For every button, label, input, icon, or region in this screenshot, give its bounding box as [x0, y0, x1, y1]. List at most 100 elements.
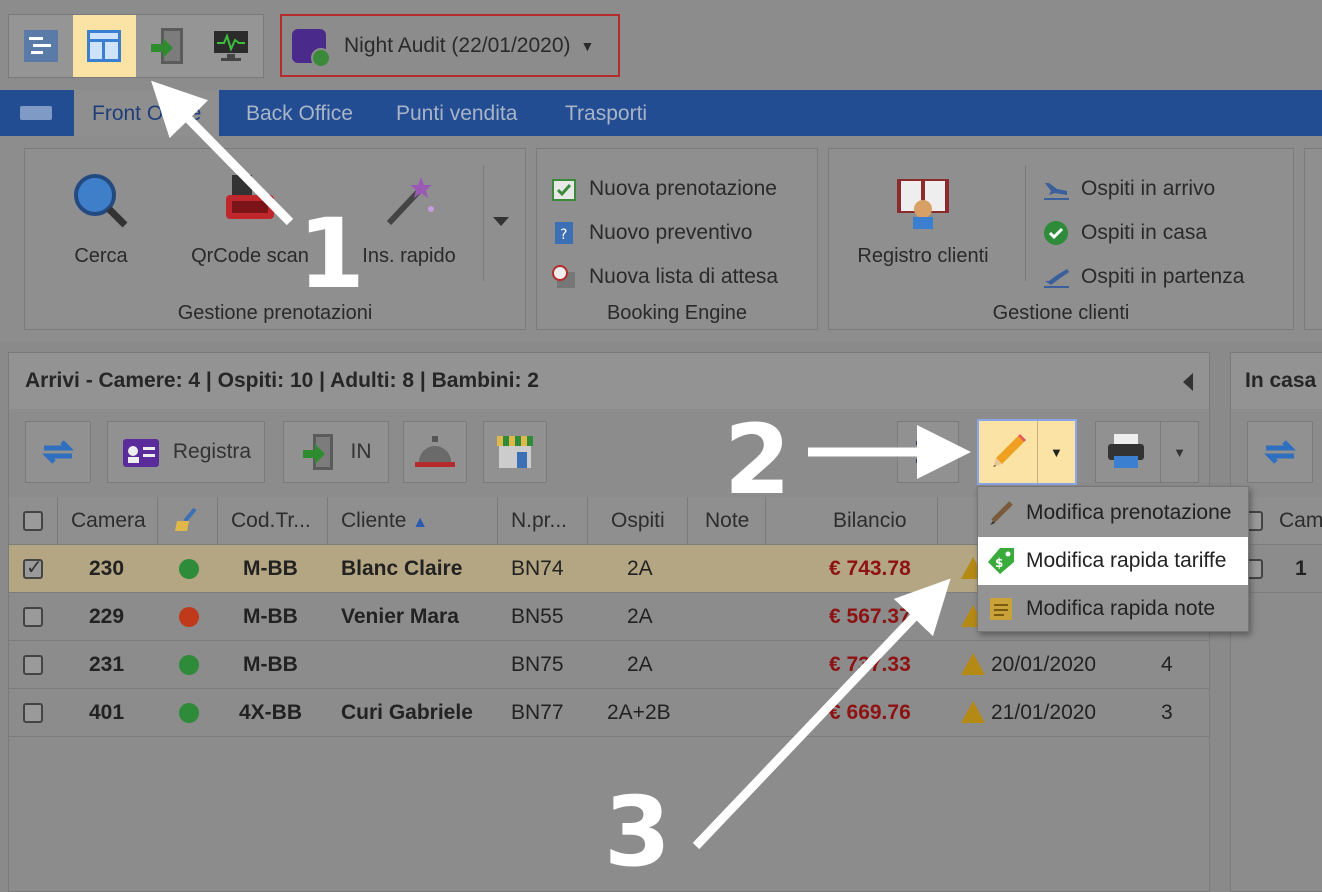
list-icon: [916, 441, 940, 463]
registra-label: Registra: [172, 440, 252, 463]
top-toolbar: Night Audit (22/01/2020) ▼: [0, 0, 1322, 90]
ins-rapido-label: Ins. rapido: [362, 245, 456, 267]
tab-trasporti[interactable]: Trasporti: [565, 90, 647, 136]
cleaning-broom-icon: [175, 507, 197, 531]
night-audit-dropdown[interactable]: Night Audit (22/01/2020) ▼: [280, 14, 620, 77]
refresh-button[interactable]: [1247, 421, 1313, 483]
edit-button[interactable]: [979, 421, 1038, 483]
row-extra: 3: [1161, 701, 1173, 724]
status-dot: [179, 559, 199, 579]
nuova-prenotazione-button[interactable]: Nuova prenotazione: [551, 171, 777, 207]
row-date: 20/01/2020: [991, 653, 1097, 676]
qrcode-scan-button[interactable]: QrCode scan: [185, 169, 315, 268]
nuovo-preventivo-button[interactable]: ? Nuovo preventivo: [551, 215, 752, 251]
ins-rapido-button[interactable]: Ins. rapido: [349, 169, 469, 268]
col-camera[interactable]: Cam: [1279, 497, 1322, 545]
col-ospiti[interactable]: Ospiti: [611, 497, 665, 545]
service-bell-icon: [415, 436, 455, 467]
night-audit-icon: [292, 28, 331, 68]
dashboard-view-button[interactable]: [72, 15, 136, 77]
refresh-button[interactable]: [25, 421, 91, 483]
row-checkbox[interactable]: [23, 607, 43, 627]
nuovo-preventivo-label: Nuovo preventivo: [589, 221, 753, 244]
menu-modifica-prenotazione[interactable]: Modifica prenotazione: [978, 489, 1248, 537]
annotation-number-3: 3: [604, 776, 671, 888]
tab-front-office[interactable]: Front Office: [74, 90, 220, 136]
nuova-lista-attesa-button[interactable]: Nuova lista di attesa: [551, 259, 778, 295]
checkin-view-button[interactable]: [136, 15, 200, 77]
status-dot: [179, 655, 199, 675]
row-ospiti: 2A: [627, 557, 653, 580]
row-npr: BN75: [511, 653, 564, 676]
ospiti-in-arrivo-button[interactable]: Ospiti in arrivo: [1043, 171, 1215, 207]
ospiti-in-partenza-button[interactable]: Ospiti in partenza: [1043, 259, 1244, 295]
menu-item-label: Modifica rapida note: [1026, 597, 1216, 620]
checkin-button[interactable]: IN: [283, 421, 389, 483]
question-doc-icon: ?: [555, 222, 573, 244]
concierge-button[interactable]: [403, 421, 467, 483]
row-bilancio: € 743.78: [829, 557, 911, 580]
collapse-icon[interactable]: [1183, 373, 1193, 391]
row-bilancio: € 737.33: [829, 653, 911, 676]
row-checkbox[interactable]: [23, 655, 43, 675]
group-label: Gestione prenotazioni: [177, 302, 373, 324]
print-dropdown[interactable]: ▼: [1160, 422, 1198, 482]
search-icon: [74, 174, 128, 228]
svg-text:?: ?: [560, 227, 567, 243]
in-casa-title: In casa: [1231, 353, 1322, 409]
status-dot: [179, 703, 199, 723]
menu-modifica-rapida-note[interactable]: Modifica rapida note: [978, 585, 1248, 633]
col-npren[interactable]: N.pr...: [511, 497, 567, 545]
col-cod-tariffa[interactable]: Cod.Tr...: [231, 497, 311, 545]
table-row[interactable]: 401 4X-BB Curi Gabriele BN77 2A+2B € 669…: [9, 689, 1209, 737]
group-label: Booking Engine: [606, 302, 748, 324]
arrivi-title-text: Arrivi - Camere: 4 | Ospiti: 10 | Adulti…: [25, 369, 539, 392]
cerca-label: Cerca: [74, 245, 128, 267]
print-split-button[interactable]: ▼: [1095, 421, 1199, 483]
row-cod: 4X-BB: [239, 701, 303, 724]
row-camera: 1: [1295, 557, 1307, 580]
row-checkbox[interactable]: [23, 703, 43, 723]
pencil-icon: [990, 501, 1013, 525]
tab-punti-vendita[interactable]: Punti vendita: [396, 90, 517, 136]
ribbon-more-dropdown[interactable]: [493, 217, 509, 226]
cerca-button[interactable]: Cerca: [41, 169, 161, 268]
qrcode-scan-label: QrCode scan: [191, 245, 309, 267]
booking-engine-group: Nuova prenotazione ? Nuovo preventivo Nu…: [536, 148, 818, 330]
registra-button[interactable]: Registra: [107, 421, 265, 483]
menu-modifica-rapida-tariffe[interactable]: $ Modifica rapida tariffe: [978, 537, 1248, 585]
list-button[interactable]: [897, 421, 959, 483]
ospiti-in-partenza-label: Ospiti in partenza: [1081, 265, 1245, 288]
calendar-check-icon: [552, 179, 576, 201]
col-cliente[interactable]: Cliente ▲: [341, 497, 428, 545]
svg-text:$: $: [995, 556, 1003, 570]
tab-back-office[interactable]: Back Office: [246, 90, 353, 136]
group-label: Gestione clienti: [992, 302, 1130, 324]
keyboard-icon[interactable]: [20, 106, 52, 120]
annotation-number-2: 2: [724, 404, 791, 516]
monitor-icon: [214, 31, 249, 61]
table-row[interactable]: 231 M-BB BN75 2A € 737.33 20/01/2020 4: [9, 641, 1209, 689]
edit-dropdown[interactable]: ▼: [1038, 421, 1075, 483]
door-enter-icon: [150, 28, 183, 64]
select-all-checkbox[interactable]: [23, 511, 43, 531]
plane-takeoff-icon: [1044, 269, 1069, 288]
nuova-lista-attesa-label: Nuova lista di attesa: [589, 265, 779, 288]
warning-icon: [961, 653, 985, 675]
edit-split-button[interactable]: ▼: [977, 419, 1077, 485]
quick-view-group: [8, 14, 264, 78]
row-checkbox[interactable]: [23, 555, 43, 580]
broom-icon[interactable]: [173, 497, 199, 545]
layout-icon: [87, 30, 122, 62]
registro-clienti-button[interactable]: Registro clienti: [843, 169, 1003, 268]
ospiti-in-casa-button[interactable]: Ospiti in casa: [1043, 215, 1207, 251]
row-ospiti: 2A: [627, 653, 653, 676]
col-bilancio[interactable]: Bilancio: [833, 497, 907, 545]
row-camera: 230: [89, 557, 125, 580]
monitor-view-button[interactable]: [200, 15, 264, 77]
printer-icon: [1108, 434, 1144, 468]
gantt-view-button[interactable]: [9, 15, 73, 77]
shop-button[interactable]: [483, 421, 547, 483]
row-bilancio: € 567.37: [829, 605, 911, 628]
col-camera[interactable]: Camera: [71, 497, 146, 545]
